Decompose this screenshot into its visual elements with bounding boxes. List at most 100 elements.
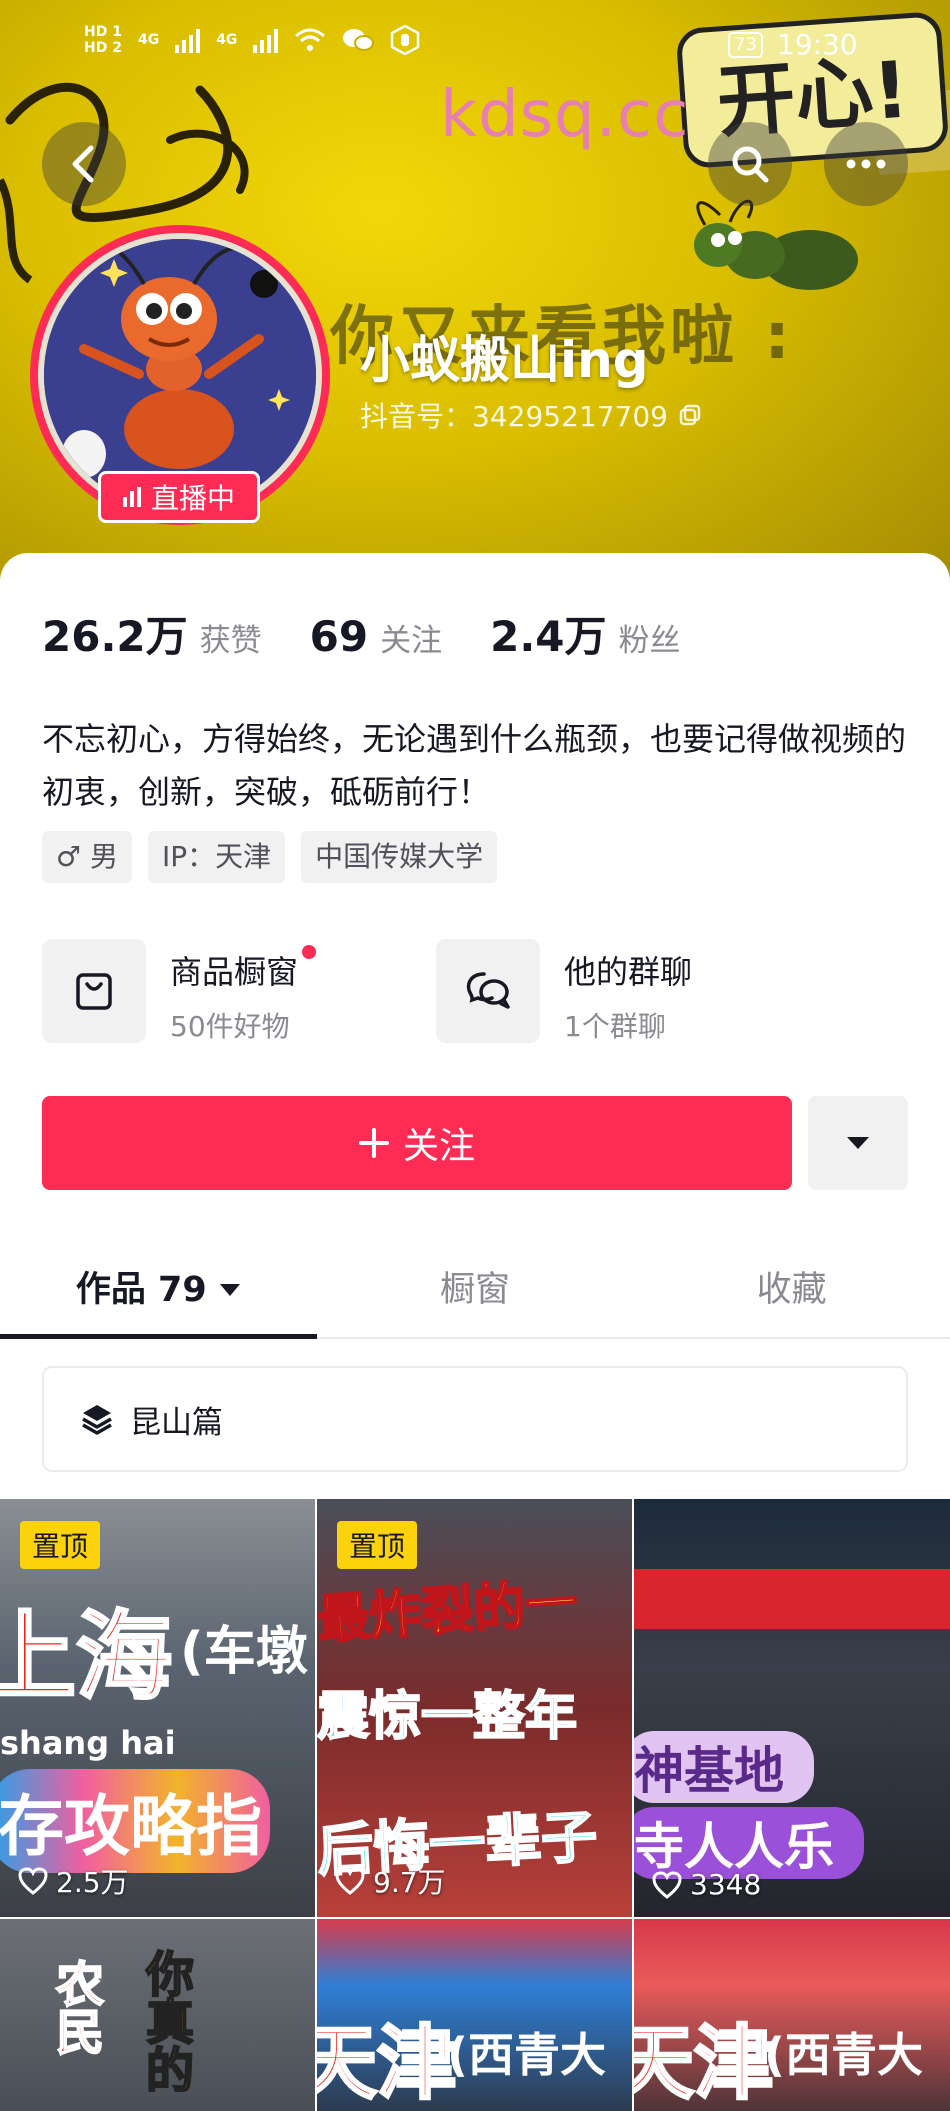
like-count-value: 3348 — [690, 1868, 762, 1901]
shortcut-row: 商品橱窗 50件好物 他的群聊 1个群聊 — [42, 939, 776, 1045]
tag-school[interactable]: 中国传媒大学 — [301, 831, 498, 883]
like-count-value: 9.7万 — [373, 1866, 446, 1899]
bio: 不忘初心，方得始终，无论遇到什么瓶颈，也要记得做视频的初衷，创新，突破，砥砺前行… — [42, 720, 907, 811]
caret-down-icon — [219, 1284, 240, 1296]
notification-dot — [302, 945, 317, 959]
heart-icon — [18, 1867, 48, 1895]
like-count-value: 2.5万 — [56, 1866, 129, 1899]
battery-indicator: 73 — [728, 31, 763, 58]
tab-works[interactable]: 作品 79 — [0, 1253, 317, 1339]
shop-window-title: 商品橱窗 — [170, 953, 299, 991]
stat-label: 获赞 — [199, 623, 262, 659]
pinned-badge: 置顶 — [20, 1521, 101, 1569]
status-bar: HD 1 HD 2 4G 4G 73 19:30 — [0, 20, 950, 80]
like-count: 2.5万 — [18, 1861, 129, 1901]
tag-gender: ♂ 男 — [42, 831, 133, 883]
signal-icon — [175, 27, 201, 53]
video-cover-text: 上海 — [0, 1600, 174, 1715]
tags-row: ♂ 男 IP：天津 中国传媒大学 — [42, 831, 498, 883]
video-tile[interactable]: 天津 (西青大 — [317, 1919, 632, 2111]
layers-icon — [82, 1405, 112, 1435]
stat-followers[interactable]: 2.4万 粉丝 — [490, 603, 680, 664]
stat-following[interactable]: 69 关注 — [310, 612, 442, 661]
tab-shop[interactable]: 橱窗 — [317, 1253, 634, 1337]
video-cover-text: shang hai — [0, 1724, 176, 1762]
stat-label: 粉丝 — [618, 623, 681, 659]
hand-icon — [391, 25, 420, 55]
video-tile[interactable]: 天津 (西青大 — [634, 1919, 950, 2111]
profile-card: 26.2万 获赞 69 关注 2.4万 粉丝 不忘初心，方得始终，无论遇到什么瓶… — [0, 553, 950, 2111]
wifi-icon — [295, 28, 326, 51]
more-dots-icon — [846, 159, 886, 169]
video-cover-text: 农民 — [46, 1958, 104, 2056]
group-chat-entry[interactable]: 他的群聊 1个群聊 — [436, 939, 776, 1045]
chat-icon — [436, 939, 540, 1043]
heart-icon — [652, 1870, 682, 1899]
content-tabs: 作品 79 橱窗 收藏 — [0, 1253, 950, 1339]
back-arrow-icon — [72, 145, 94, 183]
back-button[interactable] — [42, 122, 126, 206]
stat-value: 69 — [309, 612, 369, 661]
video-cover-text: (西青大 — [764, 2028, 924, 2082]
video-cover-text: 存攻略指 — [0, 1769, 270, 1873]
group-chat-subtitle: 1个群聊 — [564, 1010, 666, 1043]
copy-icon[interactable] — [678, 403, 702, 427]
stall-sign — [634, 1569, 950, 1629]
tag-ip: IP：天津 — [148, 831, 286, 883]
profile-banner: 你又来看我啦 : 开心! kdsq.cc HD 1 HD 2 4G 4G 73 … — [0, 0, 950, 600]
group-chat-title: 他的群聊 — [564, 953, 693, 991]
stats-row: 26.2万 获赞 69 关注 2.4万 粉丝 — [42, 603, 681, 664]
sim-indicators: HD 1 HD 2 — [84, 24, 122, 56]
stat-label: 关注 — [380, 623, 443, 659]
stat-likes[interactable]: 26.2万 获赞 — [42, 603, 262, 664]
username: 小蚁搬山ing — [360, 331, 649, 389]
tab-works-label: 作品 79 — [75, 1270, 207, 1310]
network-label-2: 4G — [216, 32, 238, 48]
search-icon — [732, 146, 769, 183]
gender-tag-text: ♂ 男 — [56, 840, 119, 873]
live-bars-icon — [122, 487, 141, 507]
like-count: 9.7万 — [335, 1861, 446, 1901]
video-tile[interactable]: 农民 你真的 — [0, 1919, 315, 2111]
clock: 19:30 — [776, 28, 858, 61]
collection-label: 昆山篇 — [130, 1404, 223, 1441]
video-cover-text: 天津 — [634, 2016, 776, 2111]
plus-icon — [358, 1128, 389, 1158]
wechat-icon — [343, 29, 375, 51]
like-count: 3348 — [652, 1868, 761, 1901]
bag-icon — [42, 939, 146, 1043]
signal-icon — [253, 27, 279, 53]
follow-button-label: 关注 — [402, 1126, 475, 1167]
live-badge[interactable]: 直播中 — [98, 471, 260, 523]
video-cover-text: 最炸裂的一 — [317, 1572, 580, 1652]
douyin-id[interactable]: 抖音号：34295217709 — [360, 395, 702, 435]
collection-entry[interactable]: 昆山篇 — [42, 1366, 908, 1472]
heart-icon — [335, 1867, 365, 1895]
video-cover-text: 震惊一整年 — [317, 1686, 578, 1748]
live-badge-label: 直播中 — [150, 482, 235, 515]
video-cover-text: (西青大 — [447, 2028, 607, 2082]
more-button[interactable] — [824, 122, 908, 206]
shop-window-entry[interactable]: 商品橱窗 50件好物 — [42, 939, 382, 1045]
stat-value: 26.2万 — [42, 612, 188, 661]
video-grid: 上海 (车墩 shang hai 存攻略指 置顶 2.5万 最炸裂的一 震惊一整… — [0, 1499, 950, 2111]
video-tile[interactable]: 最炸裂的一 震惊一整年 后悔一辈子 置顶 9.7万 — [317, 1499, 632, 1917]
video-tile[interactable]: 神基地 寺人人乐 3348 — [634, 1499, 950, 1917]
watermark: kdsq.cc — [440, 78, 690, 152]
sim1-label: HD 1 — [84, 24, 122, 40]
douyin-id-text: 抖音号：34295217709 — [360, 400, 668, 433]
video-tile[interactable]: 上海 (车墩 shang hai 存攻略指 置顶 2.5万 — [0, 1499, 315, 1917]
video-cover-text: 神基地 — [634, 1731, 814, 1803]
follow-button[interactable]: 关注 — [42, 1096, 792, 1190]
sim2-label: HD 2 — [84, 40, 122, 56]
video-cover-text: 天津 — [317, 2016, 459, 2111]
search-button[interactable] — [708, 122, 792, 206]
video-cover-text: 你真的 — [136, 1948, 194, 2094]
video-cover-text: (车墩 — [180, 1622, 308, 1682]
caret-down-icon — [847, 1137, 869, 1149]
shop-window-subtitle: 50件好物 — [170, 1010, 290, 1043]
recommend-dropdown-button[interactable] — [808, 1096, 908, 1190]
tab-favorites[interactable]: 收藏 — [633, 1253, 950, 1337]
network-label-1: 4G — [137, 32, 160, 48]
pinned-badge: 置顶 — [337, 1521, 418, 1569]
